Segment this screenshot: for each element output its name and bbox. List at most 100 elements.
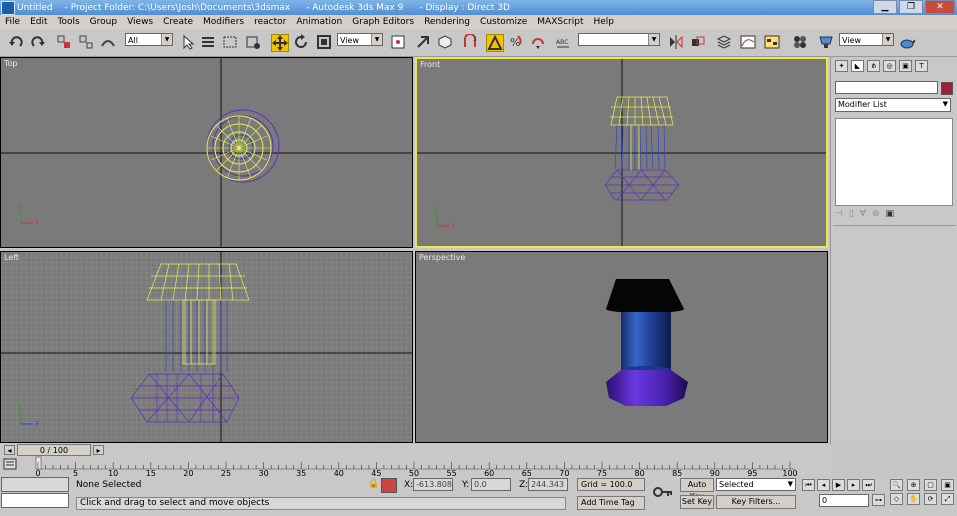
previous-key-icon[interactable]: ◂ — [817, 479, 830, 491]
object-name-input[interactable] — [835, 81, 938, 94]
edit-named-selection-icon[interactable]: ABC — [555, 34, 571, 50]
key-filters-button[interactable]: Key Filters... — [716, 495, 796, 509]
undo-icon[interactable] — [8, 34, 24, 50]
modify-tab-icon[interactable]: ◣ — [851, 60, 864, 72]
menu-maxscript[interactable]: MAXScript — [537, 17, 583, 27]
utilities-tab-icon[interactable]: T — [915, 60, 928, 72]
layer-manager-icon[interactable] — [716, 34, 732, 50]
named-selection-sets-dropdown[interactable]: ▼ — [578, 33, 660, 46]
x-coord-input[interactable]: -613.808 — [413, 478, 453, 491]
play-icon[interactable]: ▶ — [832, 479, 845, 491]
material-editor-icon[interactable] — [792, 34, 808, 50]
menu-file[interactable]: File — [5, 17, 20, 27]
hierarchy-tab-icon[interactable]: ⋔ — [867, 60, 880, 72]
modifier-list-dropdown[interactable]: Modifier List ▼ — [835, 98, 951, 112]
menu-modifiers[interactable]: Modifiers — [203, 17, 244, 27]
pin-stack-icon[interactable]: ⊣ — [835, 209, 843, 219]
select-and-rotate-icon[interactable] — [293, 34, 309, 50]
auto-key-button[interactable]: Auto Key — [680, 478, 714, 501]
menu-reactor[interactable]: reactor — [254, 17, 286, 27]
show-end-result-icon[interactable]: ▯ — [849, 209, 854, 219]
snap-toggle-icon[interactable]: 3 — [462, 34, 478, 50]
align-icon[interactable] — [690, 34, 706, 50]
track-bar[interactable]: 0 5 10 15 20 25 30 35 40 45 50 55 60 65 70 75 80 85 90 95 10… — [0, 456, 830, 477]
prev-frame-button[interactable]: ◂ — [4, 445, 15, 455]
select-manipulate-icon[interactable] — [415, 34, 431, 50]
zoom-icon[interactable]: 🔍 — [890, 479, 903, 491]
app-icon[interactable] — [1, 0, 15, 15]
set-key-icon[interactable] — [652, 485, 674, 499]
selection-filter-dropdown[interactable]: All ▼ — [125, 33, 173, 46]
pan-hand-icon[interactable]: ✋ — [907, 493, 920, 505]
absolute-transform-toggle[interactable] — [381, 478, 397, 493]
add-time-tag-button[interactable]: Add Time Tag — [577, 496, 645, 510]
menu-customize[interactable]: Customize — [480, 17, 527, 27]
zoom-extents-icon[interactable]: ▢ — [924, 479, 937, 491]
percent-snap-icon[interactable]: % — [508, 34, 524, 50]
close-button[interactable]: ✕ — [925, 0, 955, 14]
mirror-icon[interactable] — [668, 34, 684, 50]
restore-button[interactable]: ❐ — [899, 0, 923, 14]
select-by-name-icon[interactable] — [200, 34, 216, 50]
schematic-view-icon[interactable] — [764, 34, 780, 50]
viewport-front[interactable]: Front x z — [415, 57, 828, 248]
zoom-all-icon[interactable]: ⊕ — [907, 479, 920, 491]
menu-create[interactable]: Create — [163, 17, 193, 27]
menu-graph-editors[interactable]: Graph Editors — [352, 17, 414, 27]
keyboard-shortcut-override-icon[interactable] — [437, 34, 453, 50]
select-object-icon[interactable] — [180, 34, 196, 50]
set-key-button[interactable]: Set Key — [680, 495, 714, 509]
go-to-end-icon[interactable]: ⏭ — [862, 479, 875, 491]
redo-icon[interactable] — [30, 34, 46, 50]
menu-views[interactable]: Views — [127, 17, 153, 27]
select-and-move-icon[interactable] — [271, 34, 289, 52]
viewport-top[interactable]: Top x y — [0, 57, 413, 248]
time-slider-thumb[interactable]: 0 / 100 — [17, 444, 91, 456]
lock-selection-icon[interactable]: 🔒 — [368, 479, 379, 490]
pivot-center-icon[interactable] — [390, 34, 406, 50]
configure-modifier-sets-icon[interactable]: ▣ — [886, 209, 895, 219]
viewport-left[interactable]: Left y z — [0, 251, 413, 443]
menu-help[interactable]: Help — [593, 17, 614, 27]
field-of-view-icon[interactable]: ◇ — [890, 493, 903, 505]
rect-selection-icon[interactable] — [222, 34, 238, 50]
spinner-snap-icon[interactable] — [530, 34, 546, 50]
key-mode-toggle-icon[interactable]: ⊶ — [872, 494, 885, 506]
minimize-button[interactable]: ▁ — [873, 0, 897, 14]
quick-render-teapot-icon[interactable] — [899, 34, 915, 50]
render-viewport-dropdown[interactable]: View ▼ — [839, 33, 894, 46]
curve-editor-icon[interactable] — [740, 34, 756, 50]
unlink-icon[interactable] — [78, 34, 94, 50]
maxscript-listener-bottom[interactable] — [1, 493, 69, 508]
display-tab-icon[interactable]: ▣ — [899, 60, 912, 72]
menu-rendering[interactable]: Rendering — [424, 17, 470, 27]
create-tab-icon[interactable]: ✦ — [835, 60, 848, 72]
go-to-start-icon[interactable]: ⏮ — [802, 479, 815, 491]
window-crossing-icon[interactable] — [245, 34, 261, 50]
render-scene-icon[interactable] — [818, 34, 834, 50]
y-coord-input[interactable]: 0.0 — [471, 478, 511, 491]
angle-snap-icon[interactable] — [486, 34, 504, 52]
menu-group[interactable]: Group — [90, 17, 117, 27]
object-color-swatch[interactable] — [941, 82, 953, 95]
modifier-stack[interactable] — [835, 118, 953, 206]
viewport-perspective[interactable]: Perspective — [415, 251, 828, 443]
ref-coord-system-dropdown[interactable]: View ▼ — [337, 33, 383, 46]
menu-edit[interactable]: Edit — [30, 17, 47, 27]
remove-modifier-icon[interactable]: ⊚ — [872, 209, 880, 219]
time-cursor[interactable] — [35, 456, 42, 470]
motion-tab-icon[interactable]: ◎ — [883, 60, 896, 72]
next-frame-button[interactable]: ▸ — [93, 445, 104, 455]
select-and-scale-icon[interactable] — [316, 34, 332, 50]
menu-tools[interactable]: Tools — [58, 17, 80, 27]
zoom-extents-all-icon[interactable]: ▣ — [941, 479, 954, 491]
arc-rotate-icon[interactable]: ⟳ — [924, 493, 937, 505]
key-mode-dropdown[interactable]: Selected ▼ — [716, 478, 796, 491]
maximize-viewport-icon[interactable]: ⤢ — [941, 493, 954, 505]
current-frame-spinner[interactable]: 0 — [819, 494, 869, 507]
select-and-link-icon[interactable] — [56, 34, 72, 50]
maxscript-listener-top[interactable] — [1, 477, 69, 492]
menu-animation[interactable]: Animation — [296, 17, 342, 27]
bind-space-warp-icon[interactable] — [100, 34, 116, 50]
make-unique-icon[interactable]: ∀ — [860, 209, 866, 219]
